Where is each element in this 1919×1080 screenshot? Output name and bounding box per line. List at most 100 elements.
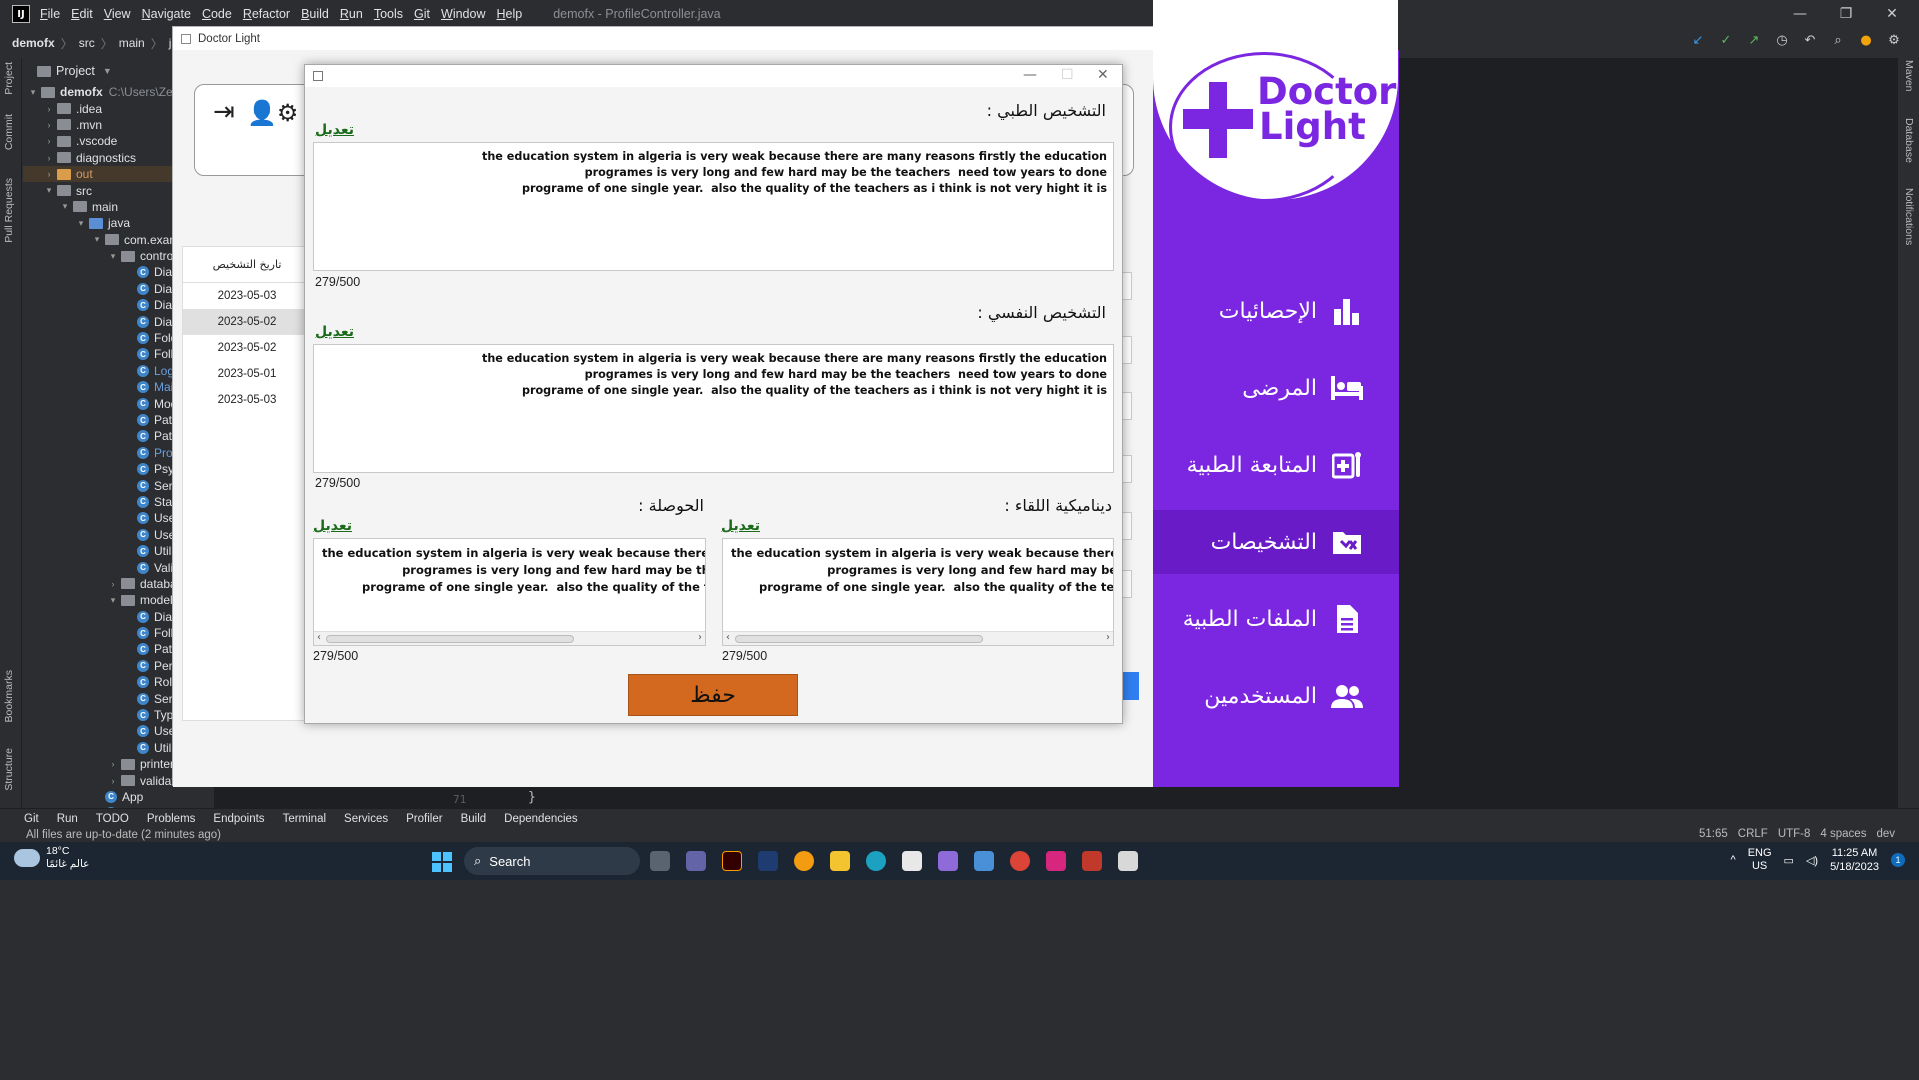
edit-psych-link[interactable]: تعديل (315, 324, 354, 340)
chevron-right-icon[interactable]: › (43, 120, 55, 130)
status-caret-position[interactable]: 51:65 (1699, 828, 1728, 840)
edge-icon[interactable] (866, 851, 886, 871)
status-indent[interactable]: 4 spaces (1820, 828, 1866, 840)
status-git-branch[interactable]: dev (1876, 828, 1895, 840)
file-explorer-icon[interactable] (830, 851, 850, 871)
tab-maven[interactable]: Maven (1903, 60, 1915, 92)
menu-navigate[interactable]: Navigate (142, 7, 191, 21)
tab-bookmarks[interactable]: Bookmarks (3, 670, 15, 723)
chevron-down-icon[interactable]: ▾ (59, 201, 71, 212)
vcs-update-icon[interactable]: ↙ (1689, 31, 1707, 49)
edit-dynamics-link[interactable]: تعديل (721, 518, 760, 534)
nav-diagnoses[interactable]: التشخيصات (1153, 510, 1399, 574)
chevron-down-icon[interactable]: ▾ (91, 234, 103, 245)
clock[interactable]: 11:25 AM 5/18/2023 (1830, 846, 1879, 874)
chevron-right-icon[interactable]: › (43, 104, 55, 114)
nav-users[interactable]: المستخدمين (1153, 664, 1399, 728)
windows-start-icon[interactable] (432, 852, 452, 872)
status-encoding[interactable]: UTF-8 (1778, 828, 1811, 840)
scroll-thumb[interactable] (326, 635, 574, 643)
save-button[interactable]: حفظ (628, 674, 798, 716)
visual-studio-icon[interactable] (758, 851, 778, 871)
chevron-up-icon[interactable]: ^ (1731, 854, 1736, 866)
chevron-right-icon[interactable]: › (107, 579, 119, 589)
menu-tools[interactable]: Tools (374, 7, 403, 21)
chevron-down-icon[interactable]: ▼ (103, 66, 112, 76)
chevron-down-icon[interactable]: ▾ (107, 251, 119, 262)
medical-diagnosis-textarea[interactable]: the education system in algeria is very … (313, 142, 1114, 271)
toolwin-profiler[interactable]: Profiler (406, 813, 442, 825)
edit-outcome-link[interactable]: تعديل (313, 518, 352, 534)
language-indicator[interactable]: ENG US (1748, 847, 1772, 873)
status-line-separator[interactable]: CRLF (1738, 828, 1768, 840)
chevron-right-icon[interactable]: › (43, 169, 55, 179)
tab-pull-requests[interactable]: Pull Requests (3, 178, 15, 243)
outcome-textarea[interactable]: the education system in algeria is very … (313, 538, 706, 646)
action-button-fragment[interactable] (1123, 672, 1139, 700)
edit-medical-link[interactable]: تعديل (315, 122, 354, 138)
breadcrumb-project[interactable]: demofx (12, 36, 55, 50)
vcs-push-icon[interactable]: ↗ (1745, 31, 1763, 49)
nav-statistics[interactable]: الإحصائيات (1153, 279, 1399, 343)
breadcrumb-main[interactable]: main (119, 36, 145, 50)
illustrator-icon[interactable] (722, 851, 742, 871)
menu-edit[interactable]: Edit (71, 7, 93, 21)
settings-gear-icon[interactable]: ⚙ (1885, 31, 1903, 49)
dynamics-hscrollbar[interactable]: ‹ › (723, 631, 1113, 645)
table-row[interactable]: 2023-05-02 (183, 335, 311, 361)
chevron-down-icon[interactable]: ▾ (43, 185, 55, 196)
menu-file[interactable]: File (40, 7, 60, 21)
breadcrumb-src[interactable]: src (79, 36, 95, 50)
menu-view[interactable]: View (104, 7, 131, 21)
toolwin-todo[interactable]: TODO (96, 813, 129, 825)
dialog-close-button[interactable]: ✕ (1097, 67, 1109, 83)
table-header-date[interactable]: تاريخ التشخيص (183, 247, 311, 283)
menu-git[interactable]: Git (414, 7, 430, 21)
table-row[interactable]: 2023-05-02 (183, 309, 311, 335)
table-row[interactable]: 2023-05-01 (183, 361, 311, 387)
psych-diagnosis-textarea[interactable]: the education system in algeria is very … (313, 344, 1114, 473)
meeting-dynamics-textarea[interactable]: the education system in algeria is very … (722, 538, 1114, 646)
toolwin-services[interactable]: Services (344, 813, 388, 825)
table-row[interactable]: 2023-05-03 (183, 283, 311, 309)
chevron-right-icon[interactable]: › (43, 153, 55, 163)
tab-commit[interactable]: Commit (3, 114, 15, 150)
nav-patients[interactable]: المرضى (1153, 356, 1399, 420)
weather-widget[interactable]: 18°C عالم غائمًا (14, 845, 89, 871)
tab-project[interactable]: Project (3, 62, 15, 95)
rollback-icon[interactable]: ↶ (1801, 31, 1819, 49)
user-settings-icon[interactable]: 👤⚙ (247, 99, 298, 127)
chevron-down-icon[interactable]: ▾ (27, 87, 39, 98)
volume-icon[interactable]: ◁) (1806, 854, 1818, 867)
chevron-down-icon[interactable]: ▾ (107, 595, 119, 606)
taskbar-search[interactable]: ⌕ Search (464, 847, 640, 875)
vpn-icon[interactable] (938, 851, 958, 871)
scroll-left-icon[interactable]: ‹ (726, 632, 730, 643)
toolwin-dependencies[interactable]: Dependencies (504, 813, 578, 825)
mail-icon[interactable] (974, 851, 994, 871)
menu-run[interactable]: Run (340, 7, 363, 21)
intellij-taskbar-icon[interactable] (1046, 851, 1066, 871)
browser-icon[interactable] (794, 851, 814, 871)
store-icon[interactable] (902, 851, 922, 871)
nav-followup[interactable]: المتابعة الطبية (1153, 433, 1399, 497)
menu-build[interactable]: Build (301, 7, 329, 21)
menu-help[interactable]: Help (496, 7, 522, 21)
ide-close-button[interactable]: ✕ (1869, 0, 1915, 28)
tree-item[interactable]: C App (23, 789, 213, 805)
table-row[interactable]: 2023-05-03 (183, 387, 311, 413)
network-icon[interactable]: ▭ (1784, 854, 1794, 867)
toolwin-problems[interactable]: Problems (147, 813, 196, 825)
toolwin-build[interactable]: Build (461, 813, 487, 825)
task-view-icon[interactable] (650, 851, 670, 871)
scroll-thumb[interactable] (735, 635, 983, 643)
intellij-logo-icon[interactable]: IJ (12, 5, 30, 23)
dialog-minimize-button[interactable]: — (1023, 67, 1037, 83)
ide-minimize-button[interactable]: — (1777, 0, 1823, 28)
chevron-down-icon[interactable]: ▾ (75, 218, 87, 229)
toolwin-git[interactable]: Git (24, 813, 39, 825)
toolwin-endpoints[interactable]: Endpoints (213, 813, 264, 825)
menu-window[interactable]: Window (441, 7, 485, 21)
menu-code[interactable]: Code (202, 7, 232, 21)
ide-update-icon[interactable]: ● (1857, 31, 1875, 49)
